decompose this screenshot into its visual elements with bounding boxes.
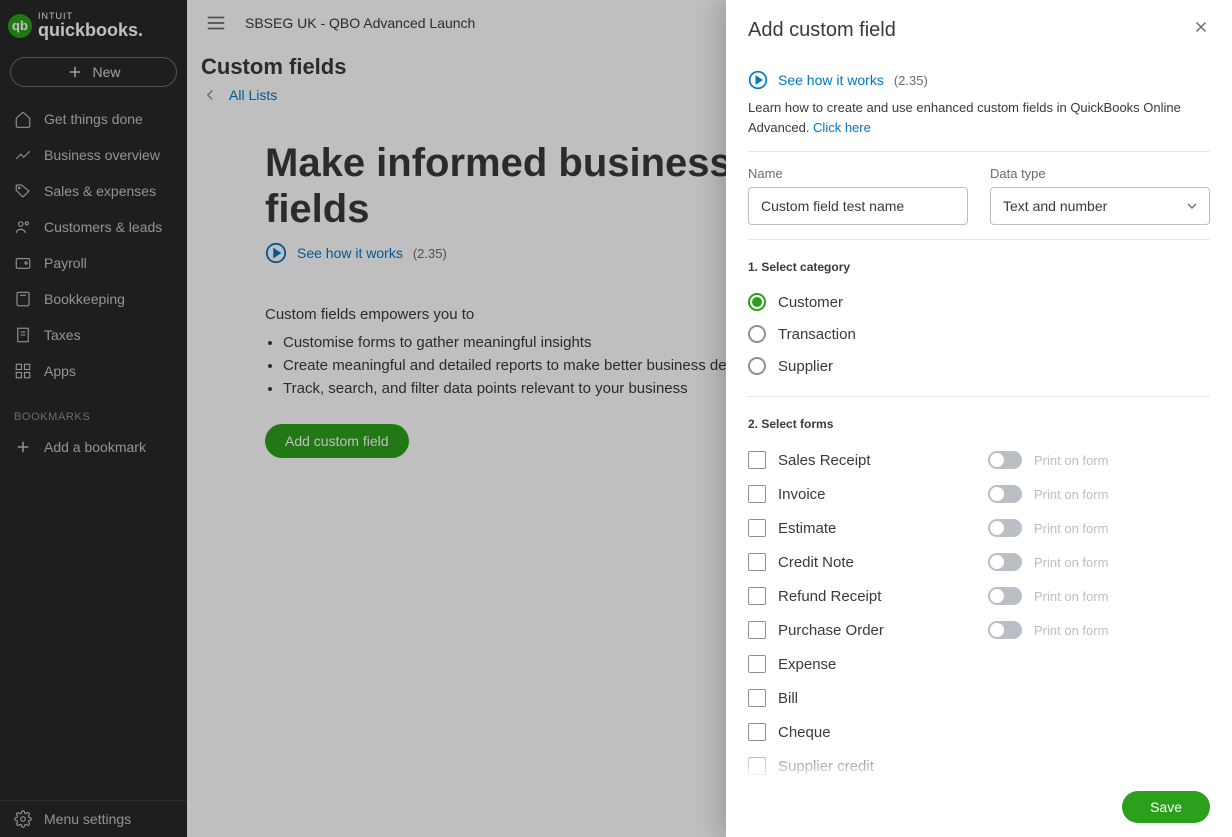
form-row: Sales Receipt Print on form — [748, 443, 1210, 477]
drawer-help-text: Learn how to create and use enhanced cus… — [748, 98, 1210, 137]
radio-label: Supplier — [778, 358, 833, 375]
form-checkbox[interactable] — [748, 723, 766, 741]
data-type-select[interactable] — [990, 187, 1210, 225]
form-checkbox[interactable] — [748, 757, 766, 775]
form-label[interactable]: Bill — [778, 690, 798, 707]
form-label[interactable]: Estimate — [778, 520, 836, 537]
drawer-see-how-link[interactable]: See how it works — [778, 72, 884, 88]
print-toggle-label: Print on form — [1034, 521, 1108, 536]
radio-indicator — [748, 293, 766, 311]
print-toggle[interactable] — [988, 519, 1022, 537]
print-toggle-label: Print on form — [1034, 555, 1108, 570]
form-row: Refund Receipt Print on form — [748, 579, 1210, 613]
save-button[interactable]: Save — [1122, 791, 1210, 823]
divider — [748, 239, 1210, 240]
category-radio-transaction[interactable]: Transaction — [748, 318, 1210, 350]
form-checkbox[interactable] — [748, 519, 766, 537]
divider — [748, 151, 1210, 152]
print-toggle[interactable] — [988, 621, 1022, 639]
print-toggle-label: Print on form — [1034, 453, 1108, 468]
form-label[interactable]: Expense — [778, 656, 836, 673]
radio-indicator — [748, 325, 766, 343]
form-checkbox[interactable] — [748, 587, 766, 605]
form-label[interactable]: Cheque — [778, 724, 831, 741]
close-icon — [1192, 18, 1210, 36]
category-radio-customer[interactable]: Customer — [748, 286, 1210, 318]
form-label[interactable]: Credit Note — [778, 554, 854, 571]
section-forms-label: 2. Select forms — [748, 417, 1210, 431]
print-toggle[interactable] — [988, 553, 1022, 571]
category-radio-supplier[interactable]: Supplier — [748, 350, 1210, 382]
name-input[interactable] — [748, 187, 968, 225]
form-checkbox[interactable] — [748, 553, 766, 571]
form-row: Purchase Order Print on form — [748, 613, 1210, 647]
form-label[interactable]: Supplier credit — [778, 758, 874, 775]
divider — [748, 396, 1210, 397]
radio-indicator — [748, 357, 766, 375]
form-row: Expense — [748, 647, 1210, 681]
form-row: Estimate Print on form — [748, 511, 1210, 545]
play-icon[interactable] — [748, 70, 768, 90]
form-checkbox[interactable] — [748, 689, 766, 707]
form-row: Bill — [748, 681, 1210, 715]
form-checkbox[interactable] — [748, 655, 766, 673]
form-checkbox[interactable] — [748, 451, 766, 469]
form-label[interactable]: Invoice — [778, 486, 826, 503]
print-toggle-label: Print on form — [1034, 487, 1108, 502]
form-checkbox[interactable] — [748, 621, 766, 639]
radio-label: Customer — [778, 294, 843, 311]
form-row: Cheque — [748, 715, 1210, 749]
print-toggle[interactable] — [988, 485, 1022, 503]
close-button[interactable] — [1192, 18, 1210, 42]
drawer-see-how-duration: (2.35) — [894, 73, 928, 88]
radio-label: Transaction — [778, 326, 856, 343]
add-custom-field-drawer: Add custom field See how it works (2.35)… — [726, 0, 1232, 837]
data-type-label: Data type — [990, 166, 1210, 181]
form-label[interactable]: Purchase Order — [778, 622, 884, 639]
section-category-label: 1. Select category — [748, 260, 1210, 274]
print-toggle-label: Print on form — [1034, 623, 1108, 638]
form-row: Credit Note Print on form — [748, 545, 1210, 579]
drawer-title: Add custom field — [748, 19, 896, 42]
name-label: Name — [748, 166, 968, 181]
form-checkbox[interactable] — [748, 485, 766, 503]
form-label[interactable]: Sales Receipt — [778, 452, 871, 469]
form-label[interactable]: Refund Receipt — [778, 588, 881, 605]
print-toggle[interactable] — [988, 587, 1022, 605]
form-row: Invoice Print on form — [748, 477, 1210, 511]
help-click-here-link[interactable]: Click here — [813, 120, 871, 135]
print-toggle-label: Print on form — [1034, 589, 1108, 604]
form-row: Supplier credit — [748, 749, 1210, 777]
print-toggle[interactable] — [988, 451, 1022, 469]
